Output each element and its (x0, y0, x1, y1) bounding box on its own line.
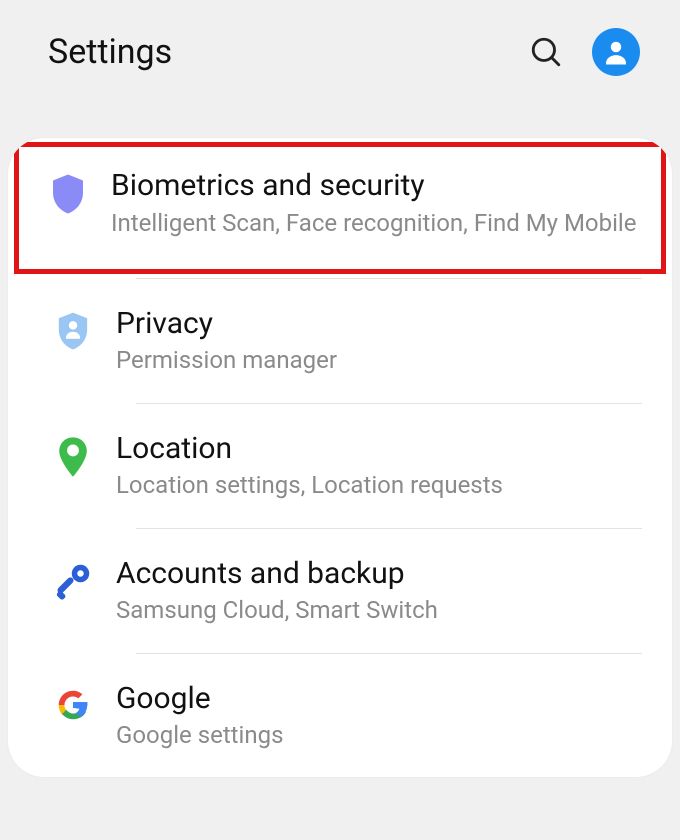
item-subtitle: Google settings (116, 719, 642, 751)
settings-item-privacy[interactable]: Privacy Permission manager (8, 279, 672, 403)
settings-item-accounts-backup[interactable]: Accounts and backup Samsung Cloud, Smart… (8, 529, 672, 653)
item-text: Google Google settings (108, 680, 642, 752)
shield-icon (33, 167, 103, 215)
item-text: Location Location settings, Location req… (108, 430, 642, 502)
item-subtitle: Intelligent Scan, Face recognition, Find… (111, 207, 637, 239)
item-subtitle: Location settings, Location requests (116, 469, 642, 501)
settings-item-biometrics-security[interactable]: Biometrics and security Intelligent Scan… (14, 142, 666, 274)
key-icon (38, 555, 108, 601)
item-title: Privacy (116, 305, 642, 343)
item-title: Accounts and backup (116, 555, 642, 593)
settings-item-location[interactable]: Location Location settings, Location req… (8, 404, 672, 528)
privacy-shield-icon (38, 305, 108, 351)
settings-item-google[interactable]: Google Google settings (8, 654, 672, 778)
item-text: Accounts and backup Samsung Cloud, Smart… (108, 555, 642, 627)
item-text: Privacy Permission manager (108, 305, 642, 377)
search-button[interactable] (528, 34, 564, 70)
search-icon (529, 35, 563, 69)
item-title: Biometrics and security (111, 167, 637, 205)
page-title: Settings (48, 32, 528, 72)
item-title: Google (116, 680, 642, 718)
item-subtitle: Samsung Cloud, Smart Switch (116, 594, 642, 626)
item-subtitle: Permission manager (116, 344, 642, 376)
location-pin-icon (38, 430, 108, 478)
item-text: Biometrics and security Intelligent Scan… (103, 167, 637, 239)
person-icon (601, 37, 631, 67)
settings-list: Biometrics and security Intelligent Scan… (8, 138, 672, 777)
header: Settings (0, 0, 680, 120)
profile-button[interactable] (592, 28, 640, 76)
item-title: Location (116, 430, 642, 468)
google-icon (38, 680, 108, 724)
header-actions (528, 28, 640, 76)
